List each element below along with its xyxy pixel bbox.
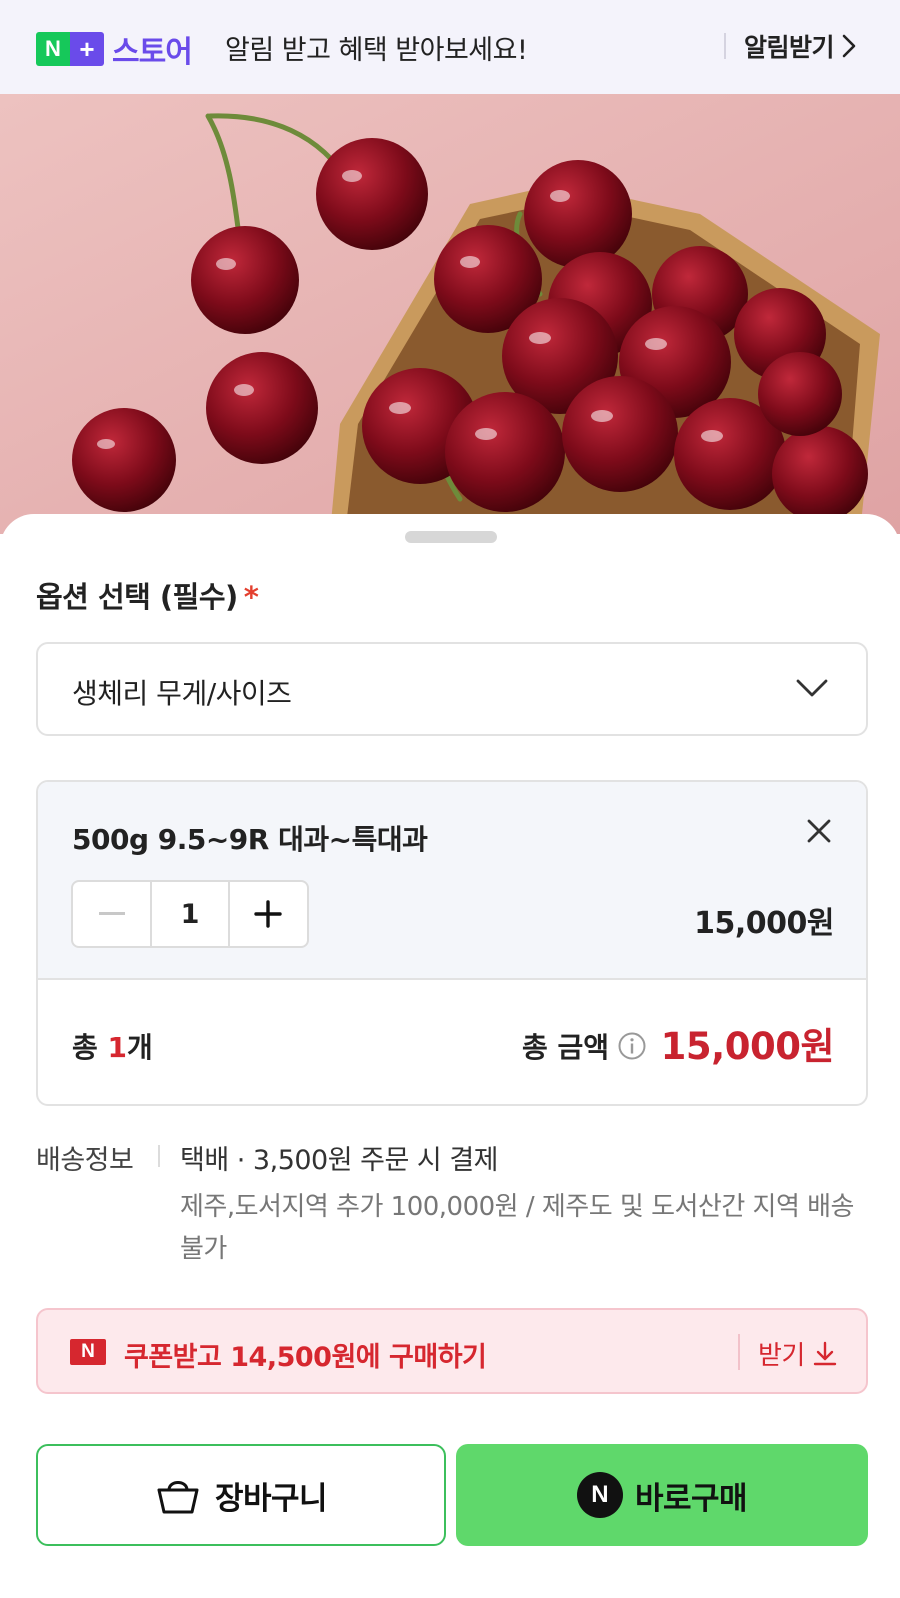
decrease-quantity-button[interactable]: [73, 882, 150, 946]
download-icon: [813, 1341, 837, 1365]
notification-banner[interactable]: N + 스토어 알림 받고 혜택 받아보세요! 알림받기: [0, 0, 900, 94]
buy-now-label: 바로구매: [634, 1480, 748, 1517]
total-quantity-prefix: 총: [72, 1031, 108, 1064]
shopping-basket-icon: [157, 1481, 199, 1514]
banner-divider: [724, 33, 726, 59]
logo-n-mark: N: [36, 32, 70, 66]
delivery-method: 택배 · 3,500원 주문 시 결제: [180, 1145, 499, 1176]
coupon-divider: [738, 1334, 740, 1370]
notification-subscribe-label: 알림받기: [744, 33, 835, 62]
option-section-title: 옵션 선택 (필수) *: [36, 574, 259, 616]
buy-now-button[interactable]: N 바로구매: [456, 1444, 868, 1546]
selected-option-detail: 500g 9.5~9R 대과~특대과 1 15,000원: [38, 782, 866, 980]
coupon-banner[interactable]: N 쿠폰받고 14,500원에 구매하기 받기: [36, 1308, 868, 1394]
delivery-divider: [158, 1145, 160, 1167]
option-select-value: 생체리 무게/사이즈: [72, 677, 292, 710]
total-quantity-value: 1: [107, 1031, 127, 1064]
naver-n-badge: N: [70, 1339, 106, 1365]
naver-store-logo: N + 스토어: [36, 27, 193, 71]
chevron-down-icon: [796, 679, 828, 697]
option-select[interactable]: 생체리 무게/사이즈: [36, 642, 868, 736]
total-quantity: 총 1개: [72, 1026, 153, 1066]
total-amount-value: 15,000원: [660, 1025, 835, 1068]
delivery-info-label: 배송정보: [36, 1145, 134, 1176]
coupon-message: 쿠폰받고 14,500원에 구매하기: [124, 1342, 487, 1373]
total-quantity-suffix: 개: [127, 1031, 153, 1064]
purchase-bottom-sheet: 옵션 선택 (필수) * 생체리 무게/사이즈 500g 9.5~9R 대과~특대…: [0, 514, 900, 1598]
selected-option-name: 500g 9.5~9R 대과~특대과: [72, 823, 428, 856]
logo-plus-mark: +: [70, 32, 104, 66]
delivery-note: 제주,도서지역 추가 100,000원 / 제주도 및 도서산간 지역 배송 불…: [180, 1192, 854, 1264]
logo-text: 스토어: [112, 35, 193, 70]
minus-icon: [98, 912, 125, 915]
plus-icon: [254, 900, 283, 928]
selected-option-card: 500g 9.5~9R 대과~특대과 1 15,000원 총 1개 총 금액 1…: [36, 780, 868, 1106]
chevron-right-icon: [842, 34, 856, 58]
naver-pay-n-icon: N: [576, 1472, 623, 1518]
cherries-illustration: [0, 94, 900, 534]
quantity-value[interactable]: 1: [150, 882, 230, 946]
increase-quantity-button[interactable]: [230, 882, 307, 946]
product-hero-image: [0, 94, 900, 534]
required-mark: *: [243, 580, 259, 614]
close-icon[interactable]: [804, 816, 834, 846]
total-amount-label-text: 총 금액: [522, 1031, 610, 1064]
selected-option-price: 15,000원: [694, 906, 834, 941]
coupon-download-button[interactable]: 받기: [758, 1335, 839, 1372]
banner-message: 알림 받고 혜택 받아보세요!: [225, 35, 528, 66]
sheet-drag-handle[interactable]: [405, 531, 497, 543]
option-title-text: 옵션 선택 (필수): [36, 580, 238, 614]
coupon-download-label: 받기: [758, 1341, 805, 1371]
total-amount-label: 총 금액: [522, 1026, 647, 1066]
add-to-cart-label: 장바구니: [214, 1480, 328, 1517]
info-icon[interactable]: [617, 1031, 647, 1061]
add-to-cart-button[interactable]: 장바구니: [36, 1444, 446, 1546]
notification-subscribe-button[interactable]: 알림받기: [744, 28, 856, 64]
quantity-stepper: 1: [71, 880, 309, 948]
